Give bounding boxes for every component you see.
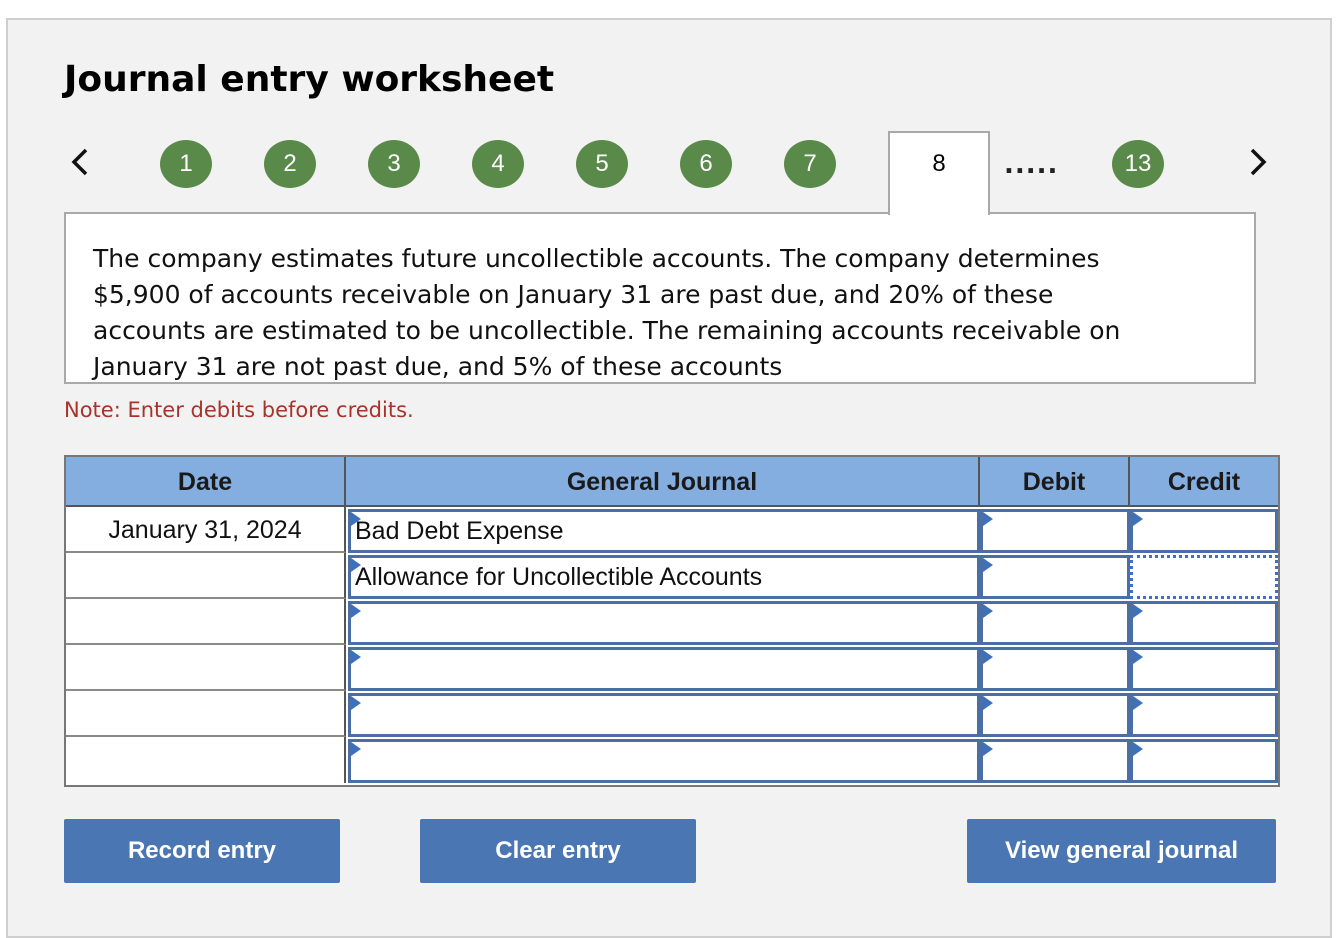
account-input[interactable] [348,739,980,783]
dropdown-indicator-icon [983,696,993,710]
debit-input[interactable] [980,509,1130,553]
dropdown-indicator-icon [1133,650,1143,664]
credit-column-header: Credit [1130,457,1278,507]
account-input[interactable]: Allowance for Uncollectible Accounts [348,555,980,599]
dropdown-indicator-icon [983,512,993,526]
account-input[interactable] [348,693,980,737]
date-column-header: Date [66,457,346,507]
debit-input[interactable] [980,739,1130,783]
dropdown-indicator-icon [1133,604,1143,618]
step-13-button[interactable]: 13 [1112,140,1164,188]
page-title: Journal entry worksheet [64,59,555,100]
credit-input[interactable] [1130,601,1278,645]
credit-input[interactable] [1130,509,1278,553]
dropdown-indicator-icon [1133,696,1143,710]
step-1-button[interactable]: 1 [160,140,212,188]
credit-input[interactable] [1130,739,1278,783]
table-row [66,645,1278,691]
step-3-button[interactable]: 3 [368,140,420,188]
chevron-left-icon[interactable] [62,140,98,184]
account-input[interactable] [348,601,980,645]
debit-input[interactable] [980,601,1130,645]
account-input[interactable]: Bad Debt Expense [348,509,980,553]
general-journal-column-header: General Journal [346,457,980,507]
entry-note: Note: Enter debits before credits. [64,398,414,422]
dropdown-indicator-icon [351,742,361,756]
date-cell[interactable] [66,691,346,737]
dropdown-indicator-icon [351,512,361,526]
table-row [66,737,1278,783]
step-7-button[interactable]: 7 [784,140,836,188]
step-5-button[interactable]: 5 [576,140,628,188]
dropdown-indicator-icon [351,696,361,710]
dropdown-indicator-icon [983,558,993,572]
date-cell[interactable] [66,645,346,691]
step-8-tab-active[interactable]: 8 [888,131,990,215]
record-entry-button[interactable]: Record entry [64,819,340,883]
debit-input[interactable] [980,647,1130,691]
account-value: Bad Debt Expense [355,517,564,545]
credit-input-focused[interactable] [1130,555,1278,599]
account-value: Allowance for Uncollectible Accounts [355,563,763,591]
dropdown-indicator-icon [1133,512,1143,526]
date-cell[interactable] [66,599,346,645]
debit-input[interactable] [980,693,1130,737]
dropdown-indicator-icon [351,650,361,664]
table-row [66,599,1278,645]
dropdown-indicator-icon [1133,742,1143,756]
view-general-journal-button[interactable]: View general journal [967,819,1276,883]
credit-input[interactable] [1130,693,1278,737]
account-input[interactable] [348,647,980,691]
table-row [66,691,1278,737]
table-row: January 31, 2024 Bad Debt Expense [66,507,1278,553]
dropdown-indicator-icon [351,604,361,618]
step-2-button[interactable]: 2 [264,140,316,188]
debit-column-header: Debit [980,457,1130,507]
debit-input[interactable] [980,555,1130,599]
dropdown-indicator-icon [983,604,993,618]
date-cell[interactable] [66,737,346,783]
date-cell[interactable] [66,553,346,599]
transaction-description-box: The company estimates future uncollectib… [64,212,1256,384]
dropdown-indicator-icon [351,558,361,572]
table-row: Allowance for Uncollectible Accounts [66,553,1278,599]
journal-table: Date General Journal Debit Credit Januar… [64,455,1280,787]
step-6-button[interactable]: 6 [680,140,732,188]
dropdown-indicator-icon [983,742,993,756]
transaction-description: The company estimates future uncollectib… [93,244,1121,381]
date-cell[interactable]: January 31, 2024 [66,507,346,553]
chevron-right-icon[interactable] [1240,140,1276,184]
dropdown-indicator-icon [983,650,993,664]
step-4-button[interactable]: 4 [472,140,524,188]
step-ellipsis: ..... [1004,150,1059,180]
clear-entry-button[interactable]: Clear entry [420,819,696,883]
credit-input[interactable] [1130,647,1278,691]
